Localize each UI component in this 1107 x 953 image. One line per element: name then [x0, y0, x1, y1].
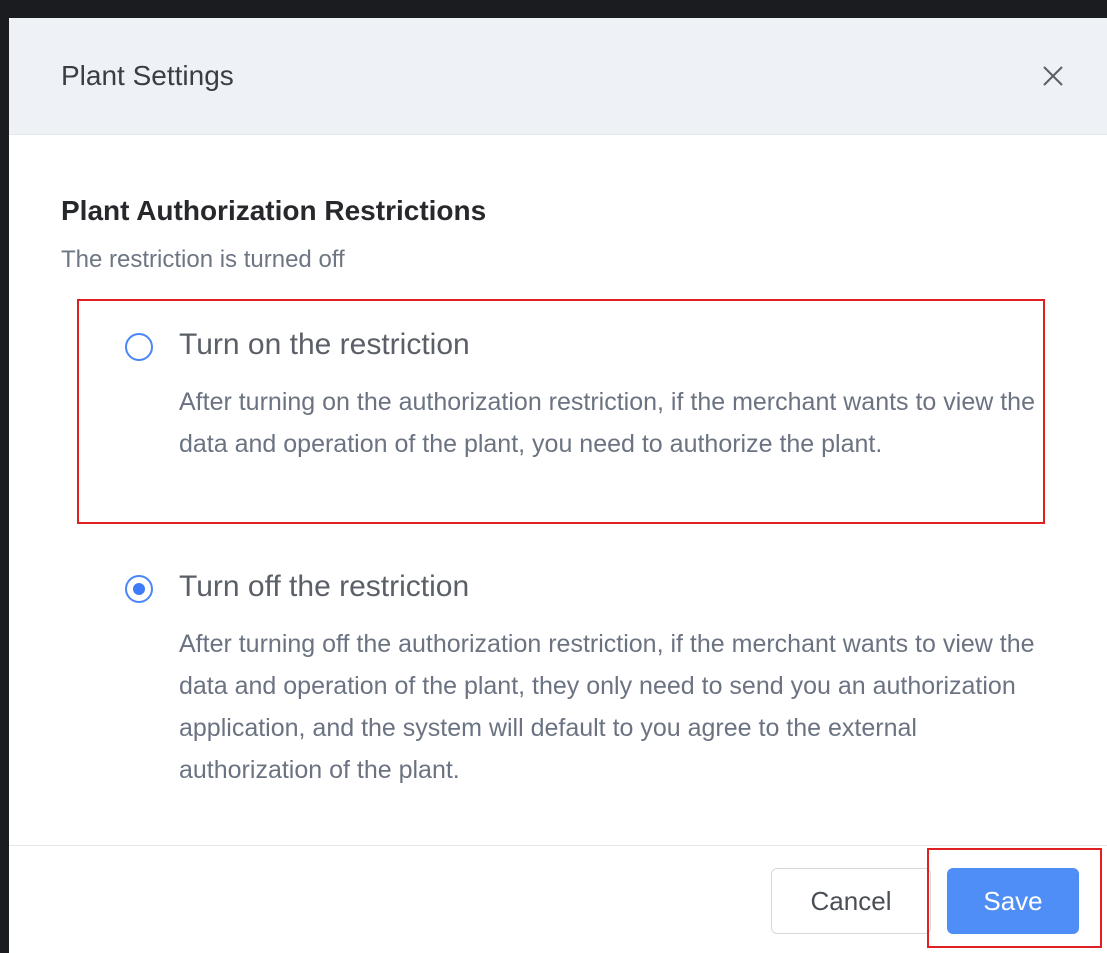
radio-turn-on[interactable] [125, 333, 153, 361]
option-description: After turning off the authorization rest… [179, 630, 1035, 784]
radio-turn-off[interactable] [125, 575, 153, 603]
dialog-title: Plant Settings [61, 60, 234, 91]
save-button[interactable]: Save [947, 868, 1079, 934]
option-label: Turn on the restriction [179, 328, 470, 361]
page: Plant Settings Plant Authorization Restr… [0, 0, 1107, 953]
close-button[interactable] [1035, 58, 1071, 94]
restriction-status: The restriction is turned off [61, 246, 345, 273]
plant-settings-dialog: Plant Settings Plant Authorization Restr… [9, 18, 1107, 953]
dialog-header: Plant Settings [9, 18, 1107, 135]
footer-divider [9, 845, 1107, 846]
cancel-button[interactable]: Cancel [771, 868, 931, 934]
option-description: After turning on the authorization restr… [179, 388, 1035, 458]
backdrop-left [0, 18, 9, 953]
close-icon [1043, 66, 1063, 86]
backdrop-top [0, 0, 1107, 18]
section-title: Plant Authorization Restrictions [61, 195, 487, 226]
option-label: Turn off the restriction [179, 570, 470, 603]
